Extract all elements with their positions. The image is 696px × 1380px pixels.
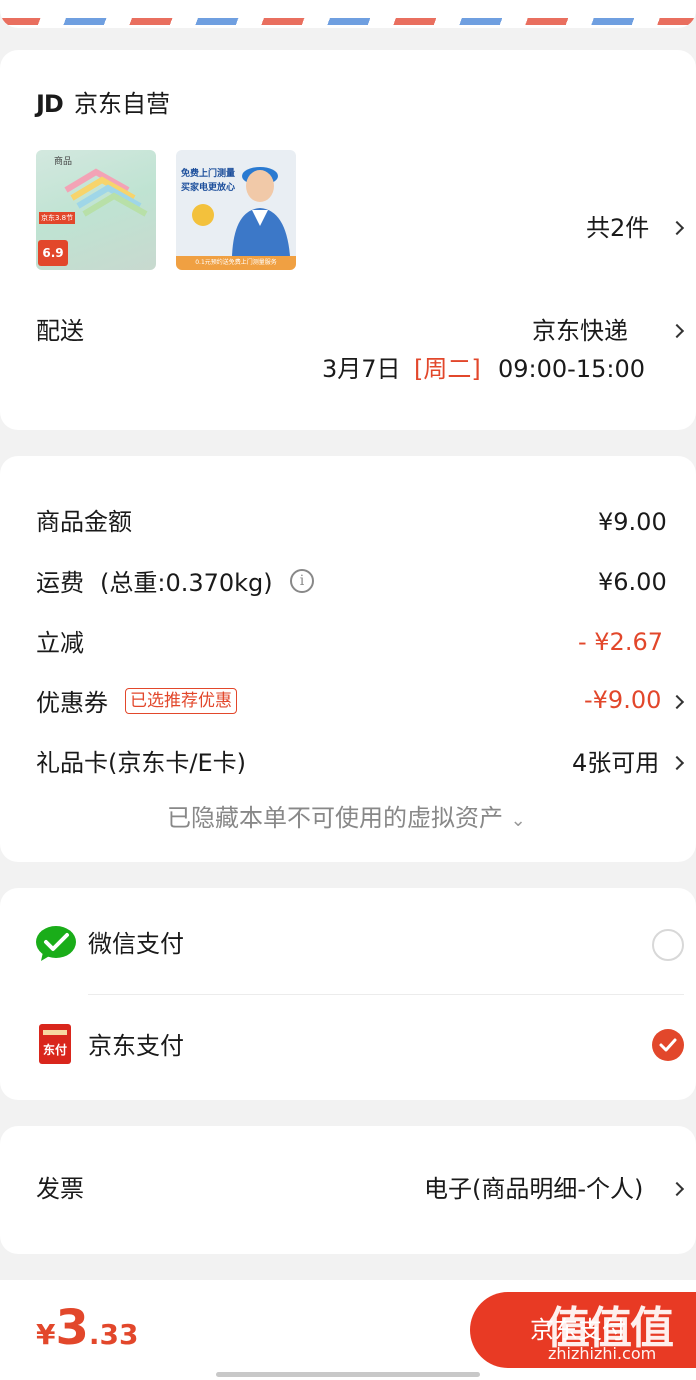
- coupon-label: 优惠券: [36, 689, 108, 717]
- coin-icon: [192, 204, 214, 226]
- installer-service-image: [232, 167, 290, 256]
- checkmark-icon: [659, 1038, 677, 1052]
- discount-label: 立减: [36, 629, 84, 657]
- price-breakdown-card: 商品金额 ¥9.00 运费 (总重:0.370kg) i ¥6.00 立减 - …: [0, 456, 696, 862]
- coupon-value[interactable]: -¥9.00: [584, 684, 661, 716]
- jd-pay-icon-text: 东付: [42, 1043, 67, 1057]
- product-price: 6.9: [42, 246, 64, 260]
- product-promo-badge: 京东3.8节: [39, 212, 76, 224]
- giftcard-label: 礼品卡(京东卡/E卡): [36, 749, 246, 777]
- watermark-url: zhizhizhi.com: [548, 1344, 657, 1363]
- info-icon[interactable]: i: [290, 569, 314, 593]
- discount-value: - ¥2.67: [578, 628, 663, 656]
- wechat-pay-label: 微信支付: [88, 930, 184, 958]
- product-tag: 商品: [54, 157, 73, 167]
- currency-symbol: ¥: [36, 1318, 56, 1351]
- invoice-value[interactable]: 电子(商品明细-个人): [424, 1173, 643, 1205]
- airmail-strip: [0, 0, 696, 28]
- freight-weight: (总重:0.370kg): [100, 569, 273, 597]
- goods-amount-label: 商品金额: [36, 508, 132, 536]
- jd-pay-icon: 东付: [39, 1024, 71, 1064]
- home-indicator: [216, 1372, 480, 1377]
- freight-label: 运费: [36, 569, 84, 597]
- delivery-carrier[interactable]: 京东快递: [532, 315, 628, 347]
- hidden-assets-text: 已隐藏本单不可使用的虚拟资产: [167, 804, 503, 832]
- bottom-checkout-bar: ¥3.33 京东支付 值值值 zhizhizhi.com: [0, 1280, 696, 1380]
- giftcard-value[interactable]: 4张可用: [572, 747, 659, 779]
- product-thumbnail-2[interactable]: 免费上门测量 买家电更放心 0.1元预约送免费上门测量服务: [176, 150, 296, 270]
- coupon-badge[interactable]: 已选推荐优惠: [125, 688, 237, 714]
- shop-name: 京东自营: [74, 90, 170, 118]
- invoice-label: 发票: [36, 1175, 84, 1203]
- chevron-right-icon[interactable]: [669, 755, 685, 771]
- product-price-badge: 6.9: [38, 240, 68, 266]
- item-count[interactable]: 共2件: [586, 212, 649, 244]
- delivery-time: 09:00-15:00: [498, 355, 645, 383]
- total-price: ¥3.33: [36, 1300, 139, 1356]
- jd-pay-label: 京东支付: [88, 1032, 184, 1060]
- order-items-card: JD 京东自营 商品 京东3.8节 6.9 免费上门测量 买家电更放心 0.1元…: [0, 50, 696, 430]
- chevron-right-icon[interactable]: [669, 1181, 685, 1197]
- chevron-right-icon[interactable]: [669, 323, 685, 339]
- payment-method-card: 微信支付 东付 京东支付: [0, 888, 696, 1100]
- jd-pay-radio-checked[interactable]: [652, 1029, 684, 1061]
- delivery-date: 3月7日: [322, 355, 401, 383]
- delivery-weekday: [周二]: [414, 355, 481, 383]
- total-integer: 3: [55, 1300, 89, 1356]
- chevron-right-icon[interactable]: [669, 220, 685, 236]
- service-banner-footer: 0.1元预约送免费上门测量服务: [176, 256, 296, 270]
- product-thumbnail-1[interactable]: 商品 京东3.8节 6.9: [36, 150, 156, 270]
- total-decimal: .33: [88, 1318, 139, 1351]
- hidden-assets-toggle[interactable]: 已隐藏本单不可使用的虚拟资产 ⌄: [167, 802, 526, 837]
- wechat-pay-icon: [36, 926, 76, 961]
- invoice-card[interactable]: 发票 电子(商品明细-个人): [0, 1126, 696, 1254]
- freight-value: ¥6.00: [598, 568, 667, 596]
- chevron-down-icon: ⌄: [510, 810, 526, 831]
- wechat-pay-radio[interactable]: [652, 929, 684, 961]
- goods-amount-value: ¥9.00: [598, 508, 667, 536]
- delivery-label: 配送: [36, 317, 84, 345]
- jd-logo: JD: [36, 90, 64, 118]
- chevron-right-icon[interactable]: [669, 694, 685, 710]
